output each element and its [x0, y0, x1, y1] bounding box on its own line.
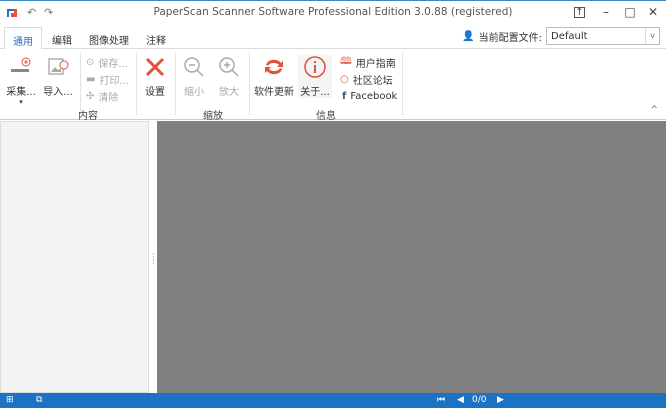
clear-button[interactable]: ✣ 清除 [86, 88, 118, 105]
scanner-icon [11, 57, 31, 72]
save-button[interactable]: ⊙ 保存... [86, 54, 128, 71]
next-page-icon[interactable]: ▶ [497, 395, 504, 405]
status-bar: ⊞ ⧉ ⏮ ◀ 0/0 ▶ [0, 393, 666, 408]
group-content-label: 内容 [78, 111, 98, 122]
settings-label: 设置 [145, 87, 165, 98]
acquire-button[interactable]: 采集... ▾ [4, 55, 38, 106]
grip-icon: · · · · [152, 250, 155, 268]
update-label: 软件更新 [254, 87, 294, 98]
first-page-icon[interactable]: ⏮ [437, 395, 445, 405]
about-button[interactable]: 关于... [298, 55, 332, 98]
window-title: PaperScan Scanner Software Professional … [153, 6, 513, 18]
pin-ribbon-icon[interactable]: ↑ [574, 7, 585, 18]
facebook-link[interactable]: f Facebook [342, 88, 397, 105]
info-icon [304, 56, 326, 78]
group-zoom-label: 缩放 [203, 111, 223, 122]
profile-selector: 👤 当前配置文件: Default v [462, 27, 660, 45]
tab-edit[interactable]: 编辑 [44, 27, 80, 49]
prev-page-icon[interactable]: ◀ [457, 395, 464, 405]
zoom-out-icon [184, 57, 204, 77]
close-button[interactable]: ✕ [645, 5, 661, 19]
refresh-icon [265, 59, 283, 75]
forum-link[interactable]: ○ 社区论坛 [340, 71, 393, 88]
facebook-label: Facebook [350, 91, 398, 102]
tools-icon [145, 57, 165, 77]
chat-bubble-icon: ○ [340, 74, 349, 85]
ribbon-tabs: 通用 编辑 图像处理 注释 👤 当前配置文件: Default v [0, 24, 666, 50]
title-bar: ↶ ↷ PaperScan Scanner Software Professio… [0, 0, 666, 24]
thumbnail-panel [0, 121, 149, 393]
page-counter: 0/0 [472, 395, 487, 405]
document-canvas[interactable] [157, 121, 666, 393]
profile-value: Default [551, 30, 588, 42]
save-icon: ⊙ [86, 57, 95, 68]
pages-view-icon[interactable]: ⧉ [36, 395, 42, 405]
book-icon: 🕮 [340, 56, 352, 67]
user-guide-link[interactable]: 🕮 用户指南 [340, 54, 396, 71]
tab-general[interactable]: 通用 [4, 27, 42, 50]
forum-label: 社区论坛 [352, 76, 393, 87]
clear-label: 清除 [98, 93, 119, 104]
zoom-out-button[interactable]: 缩小 [180, 55, 208, 98]
collapse-ribbon-icon[interactable]: ^ [650, 105, 658, 115]
print-icon: ▬ [86, 74, 96, 85]
zoom-out-label: 缩小 [184, 87, 204, 98]
zoom-in-button[interactable]: 放大 [215, 55, 243, 98]
print-button[interactable]: ▬ 打印... [86, 71, 129, 88]
save-label: 保存... [98, 59, 128, 70]
acquire-label: 采集... [6, 87, 36, 98]
maximize-button[interactable]: □ [622, 5, 638, 19]
group-info-label: 信息 [316, 111, 336, 122]
profile-label: 当前配置文件: [478, 32, 542, 44]
ribbon: 采集... ▾ 导入... ⊙ 保存... ▬ 打印... ✣ 清除 设置 缩小 放大 … [0, 49, 666, 122]
minimize-button[interactable]: – [598, 5, 614, 19]
import-button[interactable]: 导入... [41, 55, 75, 98]
about-label: 关于... [300, 87, 330, 98]
zoom-in-label: 放大 [219, 87, 239, 98]
tab-image-processing[interactable]: 图像处理 [81, 27, 137, 49]
facebook-icon: f [342, 91, 347, 102]
print-label: 打印... [99, 76, 129, 87]
import-image-icon [48, 58, 69, 75]
user-guide-label: 用户指南 [355, 59, 396, 70]
user-icon: 👤 [462, 30, 475, 42]
zoom-in-icon [219, 57, 239, 77]
chevron-down-icon: v [645, 28, 659, 44]
settings-button[interactable]: 设置 [141, 55, 169, 98]
clear-icon: ✣ [86, 91, 95, 102]
update-button[interactable]: 软件更新 [254, 55, 294, 98]
profile-select[interactable]: Default v [546, 27, 660, 45]
tab-annotation[interactable]: 注释 [138, 27, 174, 49]
panel-splitter[interactable]: · · · · [149, 121, 157, 393]
import-label: 导入... [43, 87, 73, 98]
thumbnails-view-icon[interactable]: ⊞ [6, 395, 14, 405]
